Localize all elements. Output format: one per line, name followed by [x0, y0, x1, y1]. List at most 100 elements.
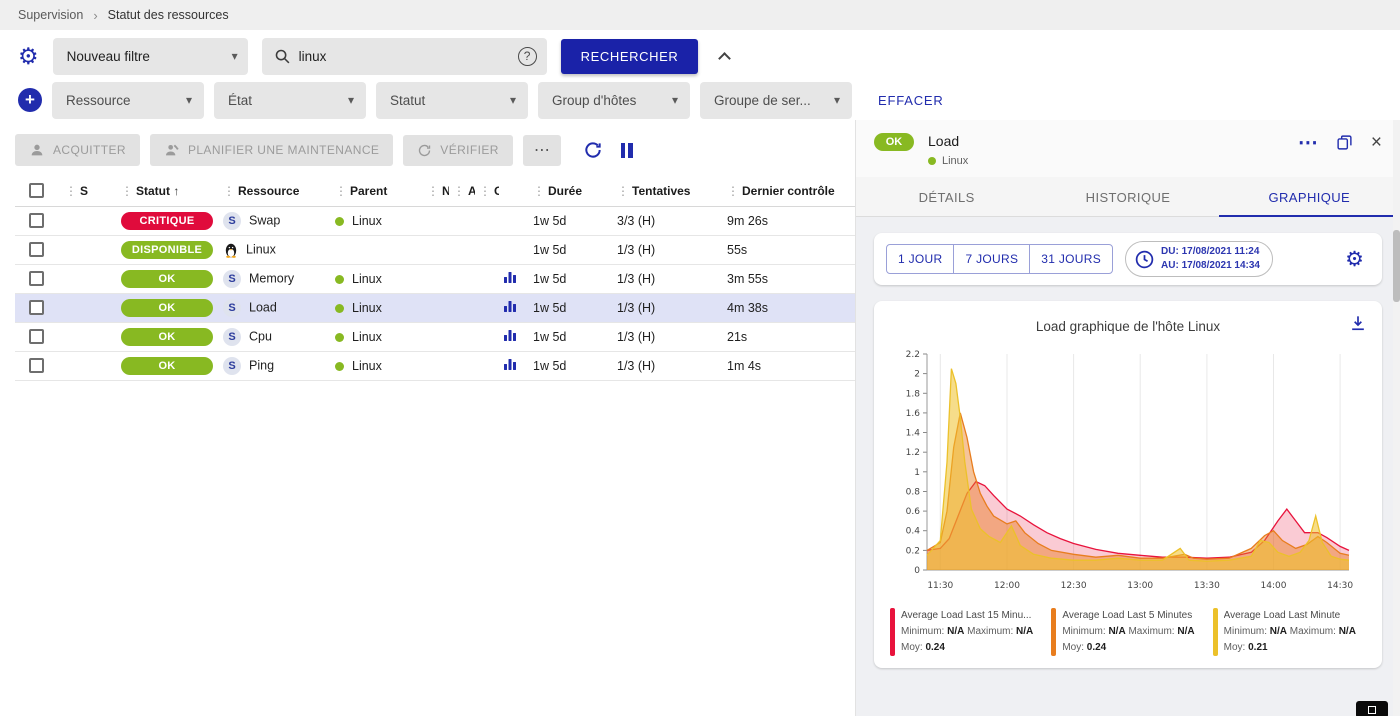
graph-icon[interactable]: [503, 328, 517, 342]
column-header-n[interactable]: ⋮N: [423, 176, 449, 206]
legend-item[interactable]: Average Load Last 5 MinutesMinimum: N/A …: [1051, 608, 1204, 656]
parent-name[interactable]: Linux: [352, 330, 382, 344]
column-drag-handle-icon[interactable]: ⋮: [617, 184, 629, 198]
graph-icon[interactable]: [503, 299, 517, 313]
column-header-g[interactable]: ⋮G: [475, 176, 499, 206]
vertical-scrollbar[interactable]: [1393, 120, 1400, 716]
graph-icon[interactable]: [503, 357, 517, 371]
set-maintenance-button[interactable]: PLANIFIER UNE MAINTENANCE: [150, 134, 393, 166]
row-checkbox[interactable]: [29, 242, 44, 257]
column-header-ressource[interactable]: ⋮Ressource: [219, 176, 331, 206]
panel-host-name[interactable]: Linux: [942, 155, 968, 167]
search-help-icon[interactable]: ?: [518, 47, 537, 66]
table-row-memory[interactable]: OKSMemoryLinux1w 5d1/3 (H)3m 55s: [15, 264, 855, 293]
column-header-tentatives[interactable]: ⋮Tentatives: [613, 176, 723, 206]
acknowledge-button[interactable]: ACQUITTER: [15, 134, 140, 166]
column-drag-handle-icon[interactable]: ⋮: [335, 184, 347, 198]
table-row-linux[interactable]: DISPONIBLELinux1w 5d1/3 (H)55s: [15, 235, 855, 264]
column-header-s[interactable]: ⋮S: [61, 176, 117, 206]
table-row-ping[interactable]: OKSPingLinux1w 5d1/3 (H)1m 4s: [15, 351, 855, 380]
filter-dropdown-group-d-hotes[interactable]: Group d'hôtes▾: [538, 82, 690, 119]
table-row-load[interactable]: OKSLoadLinux1w 5d1/3 (H)4m 38s: [15, 293, 855, 322]
filter-dropdown-statut[interactable]: Statut▾: [376, 82, 528, 119]
row-checkbox[interactable]: [29, 213, 44, 228]
tab-graphique[interactable]: GRAPHIQUE: [1219, 177, 1400, 216]
check-button[interactable]: VÉRIFIER: [403, 135, 513, 166]
resource-name[interactable]: Memory: [249, 271, 294, 285]
select-all-checkbox[interactable]: [29, 183, 44, 198]
refresh-button[interactable]: [583, 140, 603, 160]
column-header-dernier-controle[interactable]: ⋮Dernier contrôle: [723, 176, 855, 206]
column-drag-handle-icon[interactable]: ⋮: [121, 184, 133, 198]
clear-filters-button[interactable]: EFFACER: [878, 93, 944, 108]
column-header-parent[interactable]: ⋮Parent: [331, 176, 423, 206]
breadcrumb-item-supervision[interactable]: Supervision: [18, 8, 83, 22]
more-actions-button[interactable]: ⋯: [523, 135, 561, 166]
column-header-duree[interactable]: ⋮Durée: [529, 176, 613, 206]
duration-cell: 1w 5d: [529, 206, 613, 235]
column-drag-handle-icon[interactable]: ⋮: [223, 184, 235, 198]
table-row-cpu[interactable]: OKSCpuLinux1w 5d1/3 (H)21s: [15, 322, 855, 351]
acknowledge-label: ACQUITTER: [53, 143, 126, 157]
row-checkbox[interactable]: [29, 329, 44, 344]
parent-name[interactable]: Linux: [352, 359, 382, 373]
search-input[interactable]: [299, 49, 510, 64]
table-row-swap[interactable]: CRITIQUESSwapLinux1w 5d3/3 (H)9m 26s: [15, 206, 855, 235]
range-button-31-jours[interactable]: 31 JOURS: [1029, 244, 1113, 274]
filter-dropdown-ressource[interactable]: Ressource▾: [52, 82, 204, 119]
chart-title: Load graphique de l'hôte Linux: [888, 319, 1368, 334]
search-button[interactable]: RECHERCHER: [561, 39, 699, 74]
resource-name[interactable]: Cpu: [249, 329, 272, 343]
pause-autorefresh-button[interactable]: [621, 143, 633, 158]
graph-settings-gear-icon[interactable]: ⚙: [1345, 249, 1364, 270]
tab-details[interactable]: DÉTAILS: [856, 177, 1037, 216]
breadcrumb: Supervision › Statut des ressources: [0, 0, 1400, 30]
filter-settings-gear-icon[interactable]: ⚙: [18, 45, 39, 68]
row-checkbox[interactable]: [29, 358, 44, 373]
parent-status-dot: [335, 362, 344, 371]
legend-item[interactable]: Average Load Last MinuteMinimum: N/A Max…: [1213, 608, 1366, 656]
resource-name[interactable]: Load: [249, 300, 277, 314]
range-button-1-jour[interactable]: 1 JOUR: [886, 244, 954, 274]
parent-name[interactable]: Linux: [352, 272, 382, 286]
scrollbar-thumb[interactable]: [1393, 230, 1400, 302]
row-checkbox[interactable]: [29, 271, 44, 286]
graph-card: Load graphique de l'hôte Linux 11:3012:0…: [874, 301, 1382, 668]
resource-name[interactable]: Ping: [249, 358, 274, 372]
column-drag-handle-icon[interactable]: ⋮: [479, 184, 491, 198]
column-drag-handle-icon[interactable]: ⋮: [453, 184, 465, 198]
legend-item[interactable]: Average Load Last 15 Minu...Minimum: N/A…: [890, 608, 1043, 656]
recheck-icon: [417, 143, 432, 158]
last-check-cell: 3m 55s: [723, 264, 855, 293]
resource-name[interactable]: Swap: [249, 213, 280, 227]
parent-name[interactable]: Linux: [352, 301, 382, 315]
filter-dropdown-etat[interactable]: État▾: [214, 82, 366, 119]
row-checkbox[interactable]: [29, 300, 44, 315]
column-header-statut[interactable]: ⋮Statut ↑: [117, 176, 219, 206]
copy-link-icon[interactable]: [1336, 134, 1353, 151]
collapse-filters-chevron-icon[interactable]: [718, 52, 731, 65]
column-drag-handle-icon[interactable]: ⋮: [427, 184, 439, 198]
custom-period-selector[interactable]: DU: 17/08/2021 11:24 AU: 17/08/2021 14:3…: [1125, 241, 1273, 277]
range-button-7-jours[interactable]: 7 JOURS: [953, 244, 1030, 274]
filter-dropdown-groupe-de-ser[interactable]: Groupe de ser...▾: [700, 82, 852, 119]
export-chart-icon[interactable]: [1348, 313, 1368, 333]
column-drag-handle-icon[interactable]: ⋮: [533, 184, 545, 198]
resource-name[interactable]: Linux: [246, 242, 276, 256]
panel-more-icon[interactable]: ⋯: [1298, 137, 1318, 149]
column-drag-handle-icon[interactable]: ⋮: [65, 184, 77, 198]
graph-icon[interactable]: [503, 270, 517, 284]
column-header-graph: [499, 176, 529, 206]
period-from: DU: 17/08/2021 11:24: [1161, 245, 1260, 259]
svg-text:2.2: 2.2: [906, 350, 920, 360]
close-panel-icon[interactable]: ×: [1371, 135, 1382, 150]
load-chart: 11:3012:0012:3013:0013:3014:0014:3000.20…: [893, 344, 1363, 596]
column-header-a[interactable]: ⋮A: [449, 176, 475, 206]
add-filter-button[interactable]: +: [18, 88, 42, 112]
tab-historique[interactable]: HISTORIQUE: [1037, 177, 1218, 216]
breadcrumb-item-current[interactable]: Statut des ressources: [108, 8, 229, 22]
filter-preset-select[interactable]: Nouveau filtre ▾: [53, 38, 248, 75]
parent-name[interactable]: Linux: [352, 214, 382, 228]
column-drag-handle-icon[interactable]: ⋮: [727, 184, 739, 198]
parent-status-dot: [335, 217, 344, 226]
